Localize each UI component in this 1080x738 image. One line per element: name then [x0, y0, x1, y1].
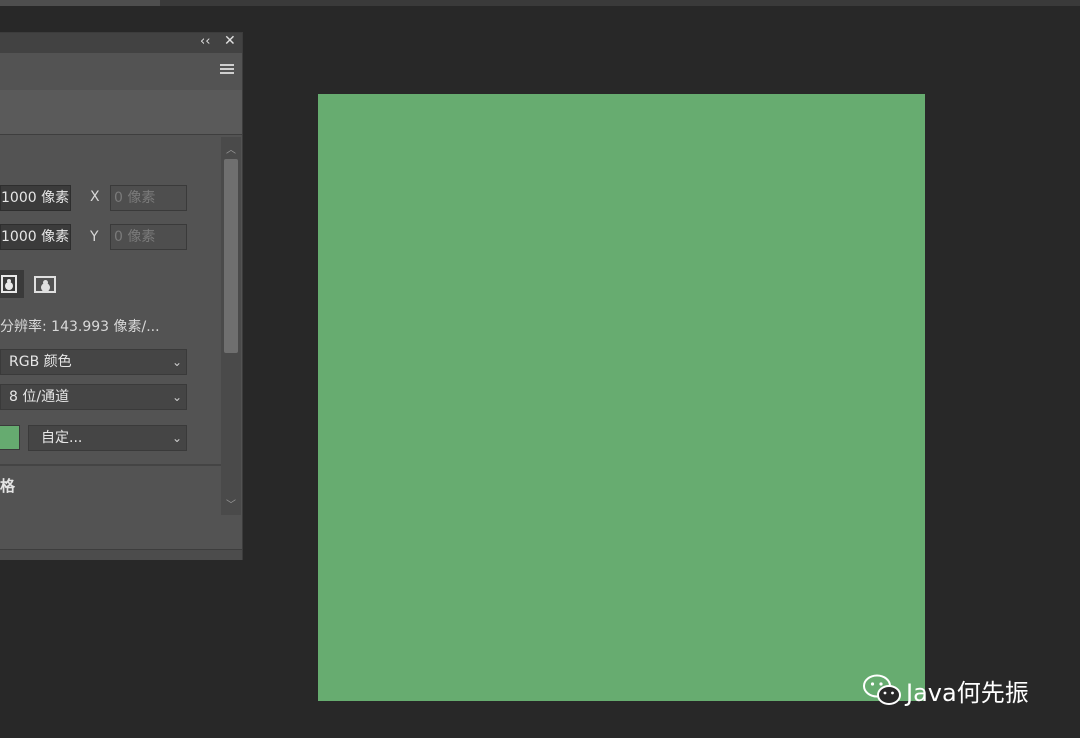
- width-input[interactable]: 1000 像素: [0, 185, 71, 211]
- height-input[interactable]: 1000 像素: [0, 224, 71, 250]
- background-contents-value: 自定...: [41, 430, 83, 446]
- bit-depth-select[interactable]: 8 位/通道 ⌄: [0, 384, 187, 410]
- resolution-text: 分辨率: 143.993 像素/...: [0, 319, 160, 335]
- section-divider: [0, 464, 221, 466]
- close-icon[interactable]: ✕: [224, 33, 236, 49]
- chevron-down-icon: ⌄: [171, 390, 182, 404]
- y-placeholder: 0 像素: [114, 229, 156, 245]
- x-offset-input[interactable]: 0 像素: [110, 185, 187, 211]
- portrait-icon: [1, 275, 17, 293]
- background-color-swatch[interactable]: [0, 425, 20, 450]
- wechat-icon: [863, 674, 901, 705]
- y-label: Y: [90, 229, 99, 245]
- panel-tab-bar: [0, 90, 242, 135]
- top-bar: [0, 0, 1080, 6]
- panel-resize-grip[interactable]: [0, 549, 242, 560]
- panel-scrollbar[interactable]: ︿ ﹀: [221, 137, 241, 515]
- chevron-down-icon: ⌄: [171, 431, 182, 445]
- x-placeholder: 0 像素: [114, 190, 156, 206]
- watermark: Java何先振: [862, 672, 1029, 708]
- bit-depth-value: 8 位/通道: [9, 389, 70, 405]
- chevron-down-icon: ⌄: [171, 355, 182, 369]
- watermark-text: Java何先振: [906, 678, 1029, 707]
- panel-titlebar: ‹‹ ✕: [0, 33, 242, 53]
- height-value: 1000 像素: [1, 229, 70, 245]
- scroll-up-icon[interactable]: ︿: [221, 141, 241, 156]
- width-value: 1000 像素: [1, 190, 70, 206]
- scroll-thumb[interactable]: [224, 159, 238, 353]
- color-mode-value: RGB 颜色: [9, 354, 72, 370]
- document-canvas[interactable]: [318, 94, 925, 701]
- background-contents-select[interactable]: 自定... ⌄: [28, 425, 187, 451]
- x-label: X: [90, 189, 100, 205]
- portrait-orientation-button[interactable]: [0, 270, 24, 298]
- color-mode-select[interactable]: RGB 颜色 ⌄: [0, 349, 187, 375]
- y-offset-input[interactable]: 0 像素: [110, 224, 187, 250]
- scroll-down-icon[interactable]: ﹀: [221, 496, 241, 511]
- landscape-orientation-button[interactable]: [34, 276, 56, 293]
- collapse-icon[interactable]: ‹‹: [200, 34, 210, 49]
- section-title[interactable]: 格: [0, 475, 15, 496]
- panel-menu-icon[interactable]: [220, 64, 234, 75]
- top-tab-segment[interactable]: [0, 0, 160, 6]
- new-document-panel: ‹‹ ✕ 1000 像素 X 0 像素 1000 像素 Y 0 像素 分辨率: …: [0, 32, 243, 560]
